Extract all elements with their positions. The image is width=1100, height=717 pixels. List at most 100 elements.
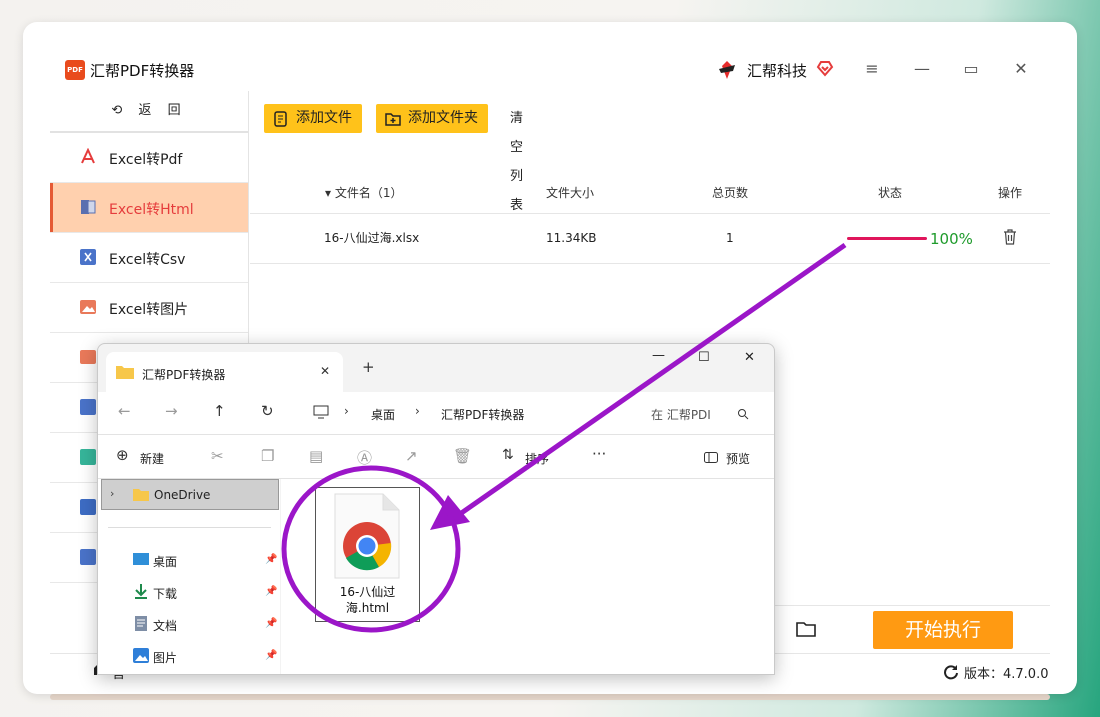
onedrive-label: OneDrive [154, 488, 211, 502]
monitor-icon [313, 405, 329, 419]
nav-label: 文档 [153, 619, 178, 633]
new-button[interactable]: 新建 [140, 450, 164, 467]
diamond-heart-icon[interactable] [816, 59, 834, 77]
table-row[interactable]: 16-八仙过海.xlsx 11.34KB 1 100% [250, 214, 1050, 264]
app-title: 汇帮PDF转换器 [90, 62, 195, 80]
search-input[interactable]: 在 汇帮PDI [651, 406, 711, 423]
breadcrumb-desktop[interactable]: 桌面 [371, 406, 395, 423]
file-item[interactable]: 16-八仙过海.html [315, 487, 420, 622]
up-arrow-icon[interactable]: ↑ [213, 402, 226, 420]
more-button[interactable]: ··· [592, 445, 606, 463]
file-size: 11.34KB [546, 231, 597, 245]
add-folder-button[interactable]: 添加文件夹 [376, 104, 488, 133]
word-icon [80, 499, 96, 515]
chevron-right-icon: › [344, 404, 349, 418]
pdf-icon [81, 148, 95, 164]
add-file-label: 添加文件 [296, 110, 352, 126]
col-action: 操作 [998, 186, 1023, 200]
nav-item-onedrive[interactable]: › OneDrive [101, 479, 279, 510]
trash-icon[interactable] [1003, 229, 1017, 245]
html-icon [81, 200, 96, 214]
sidebar-item-excel-pdf[interactable]: Excel转Pdf [50, 133, 248, 183]
explorer-minimize-button[interactable]: — [652, 348, 665, 363]
preview-icon [704, 452, 718, 463]
sidebar-item-excel-csv[interactable]: Excel转Csv [50, 233, 248, 283]
open-folder-icon[interactable] [796, 620, 816, 638]
col-size: 文件大小 [546, 186, 595, 200]
new-tab-button[interactable]: + [362, 358, 375, 376]
close-button[interactable]: ✕ [1011, 59, 1031, 79]
sidebar-item-excel-image[interactable]: Excel转图片 [50, 283, 248, 333]
nav-label: 桌面 [153, 555, 178, 569]
pin-icon[interactable]: 📌 [265, 586, 277, 597]
page-count: 1 [726, 231, 734, 245]
sidebar-item-label: Excel转Csv [109, 252, 186, 268]
explorer-tab-title: 汇帮PDF转换器 [142, 368, 226, 382]
excel-icon [80, 249, 96, 265]
copy-icon[interactable]: ❐ [261, 447, 274, 465]
nav-item-downloads[interactable]: 下载 📌 [133, 583, 277, 603]
start-button[interactable]: 开始执行 [873, 611, 1013, 649]
brand-logo-icon [719, 61, 735, 79]
delete-icon[interactable]: 🗑 [453, 447, 472, 465]
nav-divider [108, 527, 271, 528]
breadcrumb-folder[interactable]: 汇帮PDF转换器 [441, 406, 524, 423]
col-status: 状态 [878, 186, 903, 200]
search-icon[interactable] [737, 408, 749, 420]
table-icon [80, 449, 96, 465]
title-bar: PDF 汇帮PDF转换器 汇帮科技 ≡ — ▭ ✕ [50, 47, 1050, 91]
add-file-button[interactable]: 添加文件 [264, 104, 362, 133]
back-arrow-icon[interactable]: ← [118, 402, 131, 420]
pin-icon[interactable]: 📌 [265, 650, 277, 661]
maximize-button[interactable]: ▭ [961, 59, 981, 79]
folder-icon [116, 366, 134, 379]
cut-icon[interactable]: ✂ [211, 447, 224, 465]
explorer-maximize-button[interactable]: ☐ [698, 350, 710, 365]
chevron-right-icon: › [110, 487, 115, 500]
chevron-right-icon: › [415, 404, 420, 418]
add-file-icon [274, 111, 287, 127]
background-strip [50, 694, 1050, 700]
col-filename[interactable]: ▾ 文件名（1） [325, 173, 402, 213]
folder-icon [133, 489, 149, 501]
rename-icon[interactable]: Ⓐ [357, 447, 372, 468]
nav-label: 图片 [153, 651, 178, 665]
brand-name: 汇帮科技 [747, 62, 808, 80]
image-icon [80, 350, 96, 364]
nav-label: 下载 [153, 587, 178, 601]
sidebar-item-excel-html[interactable]: Excel转Html [50, 183, 248, 233]
explorer-address-bar: ← → ↑ ↻ › 桌面 › 汇帮PDF转换器 在 汇帮PDI [98, 392, 774, 435]
document-icon [135, 616, 147, 631]
sort-icon: ⇅ [502, 447, 514, 463]
col-pages: 总页数 [712, 186, 749, 200]
add-folder-icon [385, 113, 401, 126]
nav-item-documents[interactable]: 文档 📌 [133, 615, 277, 635]
refresh-icon[interactable]: ↻ [261, 402, 274, 420]
table-header: ▾ 文件名（1） 文件大小 总页数 状态 操作 [250, 173, 1050, 214]
explorer-command-bar: ⊕ 新建 ✂ ❐ ▤ Ⓐ ↗ 🗑 ⇅ 排序 ··· 预览 [98, 435, 774, 479]
sort-button[interactable]: 排序 [525, 450, 549, 467]
progress-percent: 100% [930, 230, 973, 248]
menu-button[interactable]: ≡ [862, 59, 882, 79]
chrome-file-icon [334, 493, 400, 579]
share-icon[interactable]: ↗ [405, 447, 418, 465]
pin-icon[interactable]: 📌 [265, 618, 277, 629]
nav-item-desktop[interactable]: 桌面 📌 [133, 551, 277, 571]
sidebar-item-label: Excel转图片 [109, 302, 189, 318]
sidebar-item-label: Excel转Pdf [109, 152, 183, 168]
add-folder-label: 添加文件夹 [408, 110, 478, 126]
explorer-close-button[interactable]: ✕ [744, 350, 755, 365]
pin-icon[interactable]: 📌 [265, 554, 277, 565]
new-icon: ⊕ [116, 446, 129, 464]
excel-icon [80, 549, 96, 565]
refresh-icon[interactable] [943, 664, 959, 680]
forward-arrow-icon[interactable]: → [165, 402, 178, 420]
nav-item-pictures[interactable]: 图片 📌 [133, 647, 277, 667]
back-button[interactable]: ⟲ 返 回 [50, 91, 248, 133]
preview-button[interactable]: 预览 [726, 450, 750, 467]
tab-close-icon[interactable]: ✕ [320, 364, 330, 378]
sidebar-item-label: Excel转Html [109, 202, 194, 218]
minimize-button[interactable]: — [912, 59, 932, 79]
explorer-tab[interactable]: 汇帮PDF转换器 ✕ [106, 352, 343, 392]
paste-icon[interactable]: ▤ [309, 447, 323, 465]
